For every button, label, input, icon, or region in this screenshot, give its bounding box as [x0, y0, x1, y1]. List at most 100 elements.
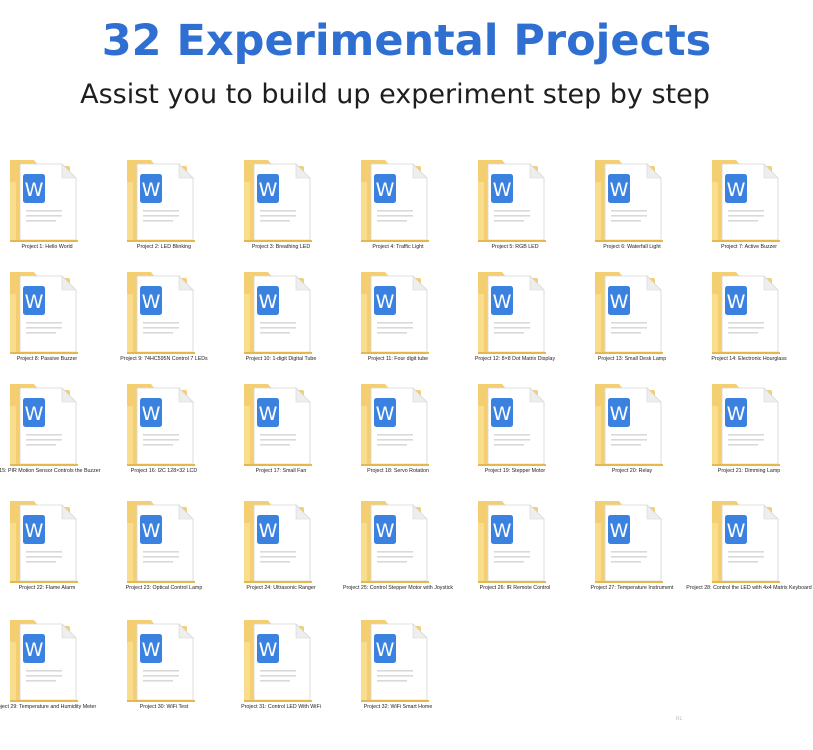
file-folder-item[interactable]: W Project 3: Breathing LED [234, 156, 346, 272]
file-label: Project 17: Small Fan [255, 468, 307, 474]
file-folder-item[interactable]: W Project 19: Stepper Motor [468, 380, 580, 496]
svg-text:W: W [25, 639, 44, 661]
folder-with-word-document-icon: W [240, 616, 322, 704]
svg-text:W: W [376, 520, 395, 542]
file-folder-item[interactable]: W Project 2: LED Blinking [117, 156, 229, 272]
file-label: Project 5: RGB LED [491, 244, 539, 250]
svg-text:W: W [376, 639, 395, 661]
file-label: Project 9: 74HC595N Control 7 LEDs [120, 356, 208, 362]
file-folder-item[interactable]: W Project 23: Optical Control Lamp [117, 497, 229, 613]
folder-with-word-document-icon: W [240, 268, 322, 356]
folder-with-word-document-icon: W [240, 156, 322, 244]
file-folder-item[interactable]: W Project 6: Waterfall Light [585, 156, 697, 272]
svg-text:W: W [259, 291, 278, 313]
file-label: Project 23: Optical Control Lamp [125, 585, 203, 591]
folder-with-word-document-icon: W [357, 380, 439, 468]
file-folder-item[interactable]: W Project 21: Dimming Lamp [702, 380, 813, 496]
file-label: Project 26: IR Remote Control [479, 585, 551, 591]
file-folder-item[interactable]: W Project 13: Small Desk Lamp [585, 268, 697, 384]
file-folder-item[interactable]: W Project 17: Small Fan [234, 380, 346, 496]
folder-with-word-document-icon: W [6, 616, 88, 704]
svg-text:W: W [610, 403, 629, 425]
file-folder-item[interactable]: W oject 29: Temperature and Humidity Met… [0, 616, 112, 732]
svg-text:W: W [727, 179, 746, 201]
file-folder-item[interactable]: W Project 25: Control Stepper Motor with… [343, 497, 463, 613]
folder-with-word-document-icon: W [474, 380, 556, 468]
svg-text:W: W [727, 520, 746, 542]
file-label: Project 28: Control the LED with 4x4 Mat… [686, 585, 812, 591]
file-folder-item[interactable]: W Project 8: Passive Buzzer [0, 268, 112, 384]
file-folder-item[interactable]: W Project 7: Active Buzzer [702, 156, 813, 272]
folder-with-word-document-icon: W [708, 497, 790, 585]
svg-text:W: W [376, 403, 395, 425]
file-folder-item[interactable]: W Project 28: Control the LED with 4x4 M… [686, 497, 813, 613]
folder-with-word-document-icon: W [123, 616, 205, 704]
file-label: Project 12: 8×8 Dot Matrix Display [474, 356, 556, 362]
file-folder-item[interactable]: W Project 31: Control LED With WiFi [234, 616, 346, 732]
svg-text:W: W [259, 520, 278, 542]
svg-text:W: W [376, 179, 395, 201]
file-label: Project 10: 1-digit Digital Tube [245, 356, 317, 362]
file-label: Project 22: Flame Alarm [18, 585, 76, 591]
folder-with-word-document-icon: W [357, 497, 439, 585]
file-label: Project 32: WiFi Smart Home [363, 704, 433, 710]
file-folder-item[interactable]: W Project 12: 8×8 Dot Matrix Display [468, 268, 580, 384]
svg-text:W: W [610, 520, 629, 542]
file-label: Project 25: Control Stepper Motor with J… [342, 585, 454, 591]
file-label: Project 1: Hello World [21, 244, 73, 250]
file-label: Project 6: Waterfall Light [603, 244, 661, 250]
folder-with-word-document-icon: W [123, 268, 205, 356]
svg-text:W: W [142, 520, 161, 542]
file-folder-item[interactable]: W Project 24: Ultrasonic Ranger [234, 497, 346, 613]
file-folder-item[interactable]: W Project 1: Hello World [0, 156, 112, 272]
file-folder-item[interactable]: W Project 20: Relay [585, 380, 697, 496]
file-folder-item[interactable]: W Project 30: WiFi Test [117, 616, 229, 732]
folder-with-word-document-icon: W [357, 268, 439, 356]
file-folder-item[interactable]: W Project 16: I2C 128×32 LCD [117, 380, 229, 496]
watermark: RL [676, 716, 683, 722]
file-label: Project 27: Temperature Instrument [590, 585, 674, 591]
file-label: Project 24: Ultrasonic Ranger [246, 585, 316, 591]
file-folder-item[interactable]: W Project 4: Traffic Light [351, 156, 463, 272]
file-folder-item[interactable]: W Project 26: IR Remote Control [468, 497, 580, 613]
file-folder-item[interactable]: W Project 9: 74HC595N Control 7 LEDs [117, 268, 229, 384]
folder-with-word-document-icon: W [6, 156, 88, 244]
svg-text:W: W [493, 403, 512, 425]
file-folder-item[interactable]: W Project 32: WiFi Smart Home [351, 616, 463, 732]
file-label: Project 19: Stepper Motor [484, 468, 546, 474]
file-label: oject 29: Temperature and Humidity Meter [0, 704, 97, 710]
file-folder-item[interactable]: W Project 10: 1-digit Digital Tube [234, 268, 346, 384]
svg-text:W: W [727, 403, 746, 425]
file-label: Project 2: LED Blinking [136, 244, 192, 250]
folder-with-word-document-icon: W [240, 497, 322, 585]
folder-with-word-document-icon: W [240, 380, 322, 468]
folder-with-word-document-icon: W [708, 268, 790, 356]
file-label: Project 7: Active Buzzer [721, 244, 777, 250]
file-label: Project 14: Electronic Hourglass [711, 356, 787, 362]
file-folder-item[interactable]: W Project 18: Servo Rotation [351, 380, 463, 496]
folder-with-word-document-icon: W [591, 268, 673, 356]
file-folder-item[interactable]: W Project 27: Temperature Instrument [585, 497, 697, 613]
file-label: Project 18: Servo Rotation [367, 468, 429, 474]
folder-with-word-document-icon: W [357, 156, 439, 244]
svg-text:W: W [259, 403, 278, 425]
svg-text:W: W [259, 179, 278, 201]
file-folder-item[interactable]: W Project 5: RGB LED [468, 156, 580, 272]
folder-with-word-document-icon: W [357, 616, 439, 704]
folder-with-word-document-icon: W [591, 156, 673, 244]
svg-text:W: W [376, 291, 395, 313]
folder-with-word-document-icon: W [6, 380, 88, 468]
file-label: Project 13: Small Desk Lamp [597, 356, 667, 362]
file-label: Project 31: Control LED With WiFi [241, 704, 321, 710]
file-folder-item[interactable]: W Project 11: Four digit tube [351, 268, 463, 384]
folder-with-word-document-icon: W [708, 156, 790, 244]
file-folder-item[interactable]: W ct 15: PIR Motion Sensor Controls the … [0, 380, 112, 496]
folder-with-word-document-icon: W [6, 268, 88, 356]
svg-text:W: W [493, 179, 512, 201]
file-folder-item[interactable]: W Project 22: Flame Alarm [0, 497, 112, 613]
folder-with-word-document-icon: W [474, 497, 556, 585]
file-label: ct 15: PIR Motion Sensor Controls the Bu… [0, 468, 101, 474]
folder-with-word-document-icon: W [123, 497, 205, 585]
svg-text:W: W [493, 520, 512, 542]
file-folder-item[interactable]: W Project 14: Electronic Hourglass [702, 268, 813, 384]
